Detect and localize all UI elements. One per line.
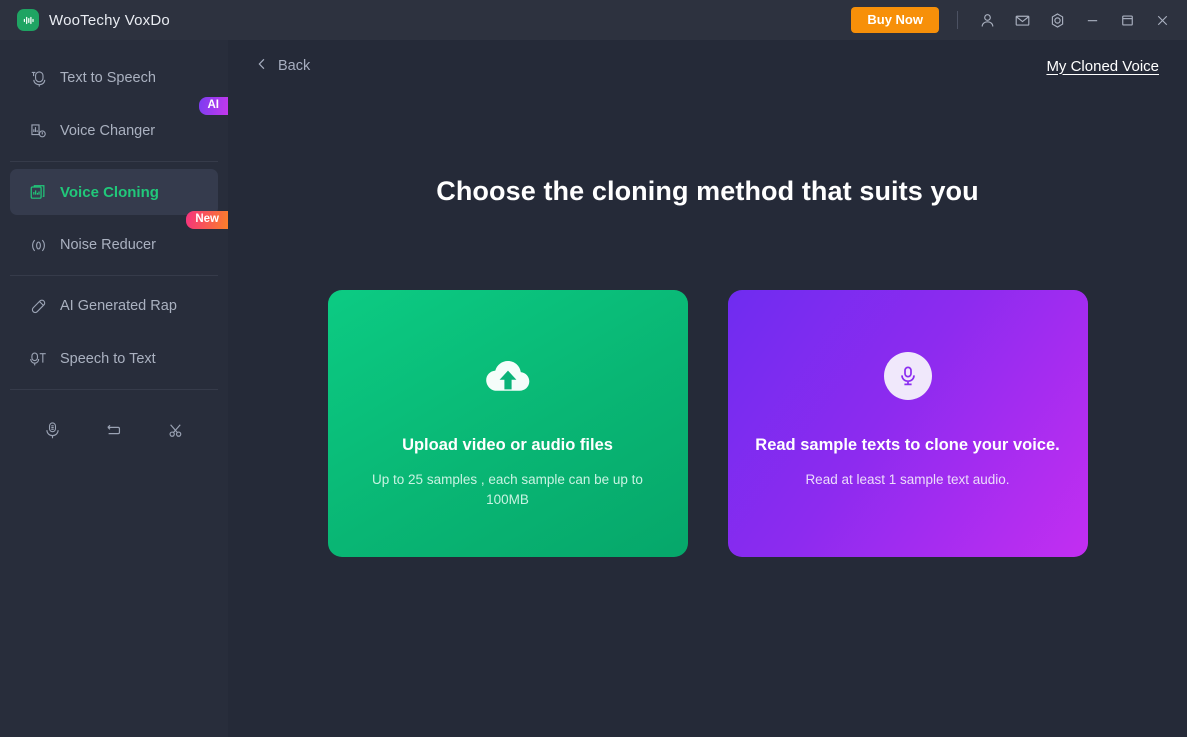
recorder-tool-icon[interactable]: [36, 413, 70, 447]
chevron-left-icon: [255, 57, 269, 76]
back-button-label: Back: [278, 58, 311, 74]
sidebar-item-ai-generated-rap[interactable]: AI Generated Rap: [10, 283, 218, 329]
sidebar-divider-2: [10, 275, 218, 276]
cloud-upload-icon: [482, 350, 534, 402]
sidebar-item-voice-changer[interactable]: AI Voice Changer: [10, 97, 228, 154]
minimize-icon[interactable]: [1077, 5, 1107, 35]
noise-reducer-icon: [28, 235, 48, 255]
close-icon[interactable]: [1147, 5, 1177, 35]
my-cloned-voice-link[interactable]: My Cloned Voice: [1046, 58, 1159, 75]
read-sample-texts-card[interactable]: Read sample texts to clone your voice. R…: [727, 290, 1088, 557]
cutter-tool-icon[interactable]: [158, 413, 192, 447]
card-subtitle: Up to 25 samples , each sample can be up…: [372, 472, 643, 508]
sidebar-divider-3: [10, 389, 218, 390]
voice-changer-icon: [28, 121, 48, 141]
badge-new: New: [186, 211, 228, 230]
sidebar-item-label: AI Generated Rap: [60, 298, 177, 314]
microphone-icon: [883, 352, 932, 400]
sidebar-item-label: Noise Reducer: [60, 237, 156, 253]
sidebar-item-label: Voice Cloning: [60, 183, 159, 201]
sidebar-tools: [0, 395, 228, 447]
upload-files-card[interactable]: Upload video or audio files Up to 25 sam…: [327, 290, 688, 557]
cloning-method-cards: Upload video or audio files Up to 25 sam…: [228, 290, 1187, 557]
sidebar-item-text-to-speech[interactable]: Text to Speech: [10, 55, 218, 101]
main-content: Back My Cloned Voice Choose the cloning …: [228, 40, 1187, 737]
sidebar-item-label: Speech to Text: [60, 351, 156, 367]
card-subtitle: Read at least 1 sample text audio.: [805, 472, 1010, 487]
badge-ai: AI: [198, 97, 228, 116]
ai-generated-rap-icon: [28, 296, 48, 316]
text-to-speech-icon: [28, 68, 48, 88]
sidebar-divider-1: [10, 161, 218, 162]
card-title: Read sample texts to clone your voice.: [755, 436, 1060, 454]
brand: WooTechy VoxDo: [0, 9, 170, 31]
main-header: Back My Cloned Voice: [228, 40, 1187, 92]
back-button[interactable]: Back: [255, 57, 310, 76]
sidebar-item-noise-reducer[interactable]: New Noise Reducer: [10, 211, 228, 268]
titlebar-icons: [972, 5, 1187, 35]
card-icon-wrapper: [883, 350, 932, 402]
sidebar-item-speech-to-text[interactable]: Speech to Text: [10, 336, 218, 382]
page-title: Choose the cloning method that suits you: [436, 176, 979, 206]
voice-cloning-icon: [28, 182, 48, 202]
mail-icon[interactable]: [1007, 5, 1037, 35]
title-bar: WooTechy VoxDo Buy Now: [0, 0, 1187, 40]
settings-icon[interactable]: [1042, 5, 1072, 35]
sidebar: Text to Speech AI Voice Changer Voice Cl…: [0, 40, 228, 737]
sidebar-item-voice-cloning[interactable]: Voice Cloning: [10, 169, 218, 215]
speech-to-text-icon: [28, 349, 48, 369]
voxdo-logo-icon: [17, 9, 39, 31]
app-title: WooTechy VoxDo: [49, 11, 170, 29]
app-window: WooTechy VoxDo Buy Now Text to Speech AI…: [0, 0, 1187, 737]
sidebar-item-label: Voice Changer: [60, 123, 156, 139]
card-title: Upload video or audio files: [402, 436, 613, 454]
titlebar-divider: [957, 11, 958, 29]
converter-tool-icon[interactable]: [97, 413, 131, 447]
maximize-icon[interactable]: [1112, 5, 1142, 35]
sidebar-item-label: Text to Speech: [60, 70, 156, 86]
app-body: Text to Speech AI Voice Changer Voice Cl…: [0, 40, 1187, 737]
buy-now-button[interactable]: Buy Now: [851, 7, 939, 33]
account-icon[interactable]: [972, 5, 1002, 35]
